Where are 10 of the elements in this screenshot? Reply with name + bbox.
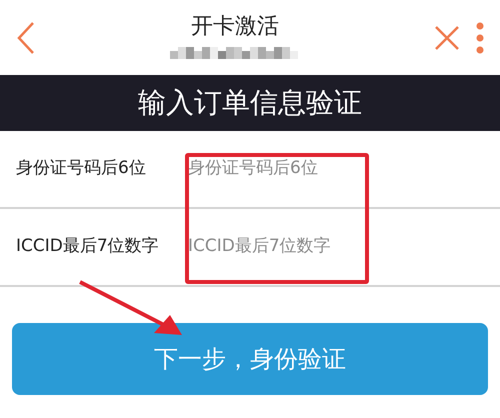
- input-field[interactable]: 身份证号码后6位: [188, 156, 388, 182]
- next-button[interactable]: 下一步，身份验证: [12, 323, 488, 395]
- field-label: ICCID最后7位数字: [16, 235, 160, 258]
- field-label: 身份证号码后6位: [16, 157, 147, 180]
- input-field[interactable]: ICCID最后7位数字: [188, 234, 388, 260]
- close-icon[interactable]: [434, 24, 460, 50]
- banner-title: 输入订单信息验证: [138, 85, 362, 121]
- back-icon[interactable]: [16, 20, 36, 54]
- more-icon[interactable]: [476, 22, 484, 54]
- page-title: 开卡激活: [191, 14, 279, 41]
